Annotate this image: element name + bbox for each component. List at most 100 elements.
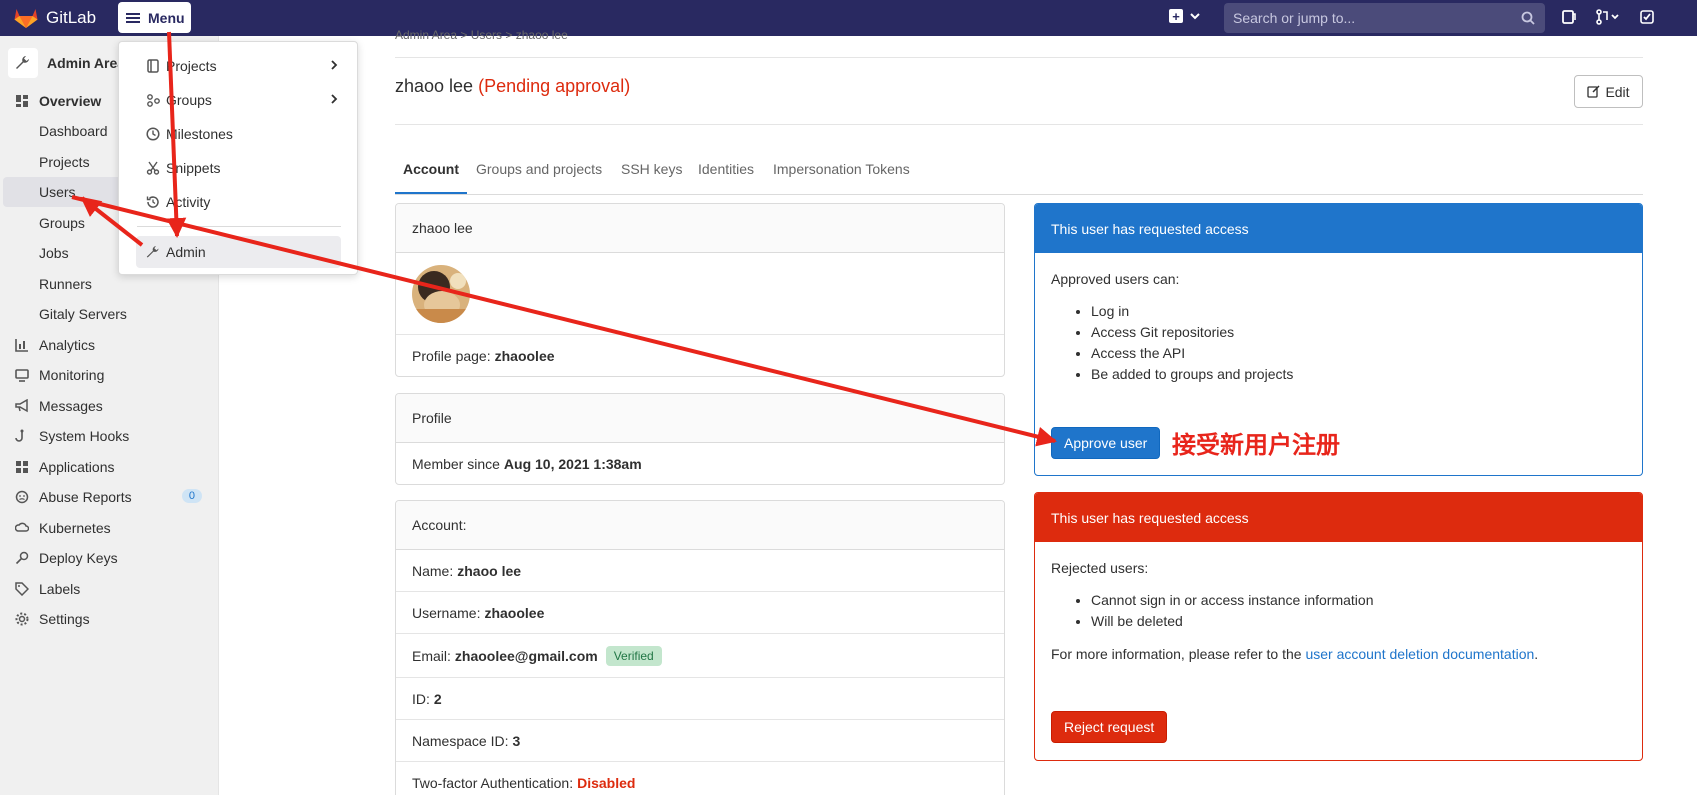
tab-ssh-keys[interactable]: SSH keys <box>613 154 690 194</box>
hook-icon <box>15 429 37 443</box>
reject-info-text: For more information, please refer to th… <box>1051 646 1302 662</box>
edit-button[interactable]: Edit <box>1574 75 1643 108</box>
sidebar-label: Overview <box>39 93 102 109</box>
menu-item-activity[interactable]: Activity <box>146 190 346 214</box>
account-card: Account: Name: zhaoo lee Username: zhaoo… <box>395 500 1005 795</box>
search-icon <box>1521 11 1535 25</box>
email-value[interactable]: zhaoolee@gmail.com <box>455 648 598 664</box>
annotation-text: 接受新用户注册 <box>1172 431 1340 459</box>
search-input[interactable]: Search or jump to... <box>1224 3 1545 33</box>
user-card: zhaoo lee Profile page: zhaoolee <box>395 203 1005 377</box>
sidebar-item-deploy-keys[interactable]: Deploy Keys <box>3 543 213 573</box>
sidebar-label: Monitoring <box>39 367 105 383</box>
chart-icon <box>15 338 37 352</box>
id-value: 2 <box>433 690 442 707</box>
sidebar-item-messages[interactable]: Messages <box>3 391 213 421</box>
sidebar-label: Deploy Keys <box>39 550 118 566</box>
chevron-right-icon <box>331 60 338 70</box>
menu-item-label: Activity <box>166 194 211 210</box>
namespace-label: Namespace ID: <box>412 732 509 749</box>
twofa-value: Disabled <box>577 775 636 791</box>
menu-item-snippets[interactable]: Snippets <box>146 156 346 180</box>
scissors-icon <box>146 161 166 175</box>
tab-groups-and-projects[interactable]: Groups and projects <box>468 154 610 194</box>
tab-impersonation-tokens[interactable]: Impersonation Tokens <box>765 154 918 194</box>
abuse-count-badge: 0 <box>181 489 202 503</box>
sidebar-item-applications[interactable]: Applications <box>3 452 213 482</box>
menu-item-label: Projects <box>166 58 217 74</box>
settings-icon <box>15 612 37 626</box>
menu-item-groups[interactable]: Groups <box>146 88 346 112</box>
approve-panel-header: This user has requested access <box>1035 204 1642 253</box>
member-since-label: Member since <box>412 456 500 472</box>
menu-item-label: Groups <box>166 92 212 108</box>
brand-name: GitLab <box>46 8 97 27</box>
approve-list: Log in Access Git repositories Access th… <box>1091 303 1626 383</box>
reject-info-end: . <box>1534 646 1539 662</box>
kubernetes-icon <box>15 521 37 535</box>
breadcrumb[interactable]: Admin Area > Users > zhaoo lee <box>395 28 568 40</box>
reject-info: For more information, please refer to th… <box>1051 646 1626 662</box>
tab-identities[interactable]: Identities <box>690 154 762 194</box>
sidebar-label: Settings <box>39 611 90 627</box>
megaphone-icon <box>15 399 37 413</box>
clock-icon <box>146 127 166 141</box>
page-title: zhaoo lee (Pending approval) <box>395 76 630 97</box>
top-navbar: GitLab Menu + Search or jump to... <box>0 0 1697 36</box>
sidebar-label: System Hooks <box>39 428 130 444</box>
tanuki-icon <box>14 9 38 28</box>
sidebar-label: Labels <box>39 581 81 597</box>
menu-item-milestones[interactable]: Milestones <box>146 122 346 146</box>
group-icon <box>146 93 166 107</box>
menu-item-projects[interactable]: Projects <box>146 54 346 78</box>
monitor-icon <box>15 368 37 382</box>
sidebar-item-kubernetes[interactable]: Kubernetes <box>3 513 213 543</box>
sidebar-item-analytics[interactable]: Analytics <box>3 330 213 360</box>
gitlab-logo[interactable]: GitLab <box>14 7 96 29</box>
reject-list: Cannot sign in or access instance inform… <box>1091 592 1626 630</box>
chevron-down-icon <box>1190 13 1200 20</box>
todo-icon[interactable] <box>1638 8 1656 26</box>
sidebar-item-monitoring[interactable]: Monitoring <box>3 360 213 390</box>
sidebar-item-settings[interactable]: Settings <box>3 604 213 634</box>
approve-user-button[interactable]: Approve user <box>1051 427 1161 459</box>
sidebar-label: Applications <box>39 459 115 475</box>
nav-actions <box>1560 8 1656 26</box>
list-item: Cannot sign in or access instance inform… <box>1091 592 1626 609</box>
profile-card: Profile Member since Aug 10, 2021 1:38am <box>395 393 1005 485</box>
search-placeholder: Search or jump to... <box>1233 10 1356 26</box>
verified-badge: Verified <box>605 645 662 666</box>
list-item: Access the API <box>1091 345 1626 362</box>
avatar-row <box>396 253 1004 335</box>
avatar[interactable] <box>412 264 470 323</box>
sidebar-label: Dashboard <box>39 123 108 139</box>
sidebar-item-abuse-reports[interactable]: Abuse Reports 0 <box>3 482 213 512</box>
merge-request-icon[interactable] <box>1594 8 1622 26</box>
tab-account[interactable]: Account <box>395 154 467 194</box>
sidebar-item-gitaly-servers[interactable]: Gitaly Servers <box>3 299 213 329</box>
list-item: Be added to groups and projects <box>1091 366 1626 383</box>
user-tabs: Account Groups and projects SSH keys Ide… <box>395 154 1643 195</box>
profile-page-value[interactable]: zhaoolee <box>495 348 555 364</box>
sidebar-item-labels[interactable]: Labels <box>3 574 213 604</box>
apps-icon <box>15 460 37 474</box>
deletion-docs-link[interactable]: user account deletion documentation <box>1305 646 1534 662</box>
sidebar-item-system-hooks[interactable]: System Hooks <box>3 421 213 451</box>
member-since-value: Aug 10, 2021 1:38am <box>503 456 642 472</box>
new-dropdown[interactable]: + <box>1169 9 1201 23</box>
history-icon <box>146 195 166 209</box>
sidebar-header[interactable]: Admin Area <box>8 48 125 78</box>
project-icon <box>146 59 166 73</box>
divider <box>395 57 1643 58</box>
twofa-label: Two-factor Authentication: <box>412 775 574 791</box>
reject-request-button[interactable]: Reject request <box>1051 711 1168 743</box>
chevron-right-icon <box>331 94 338 104</box>
edit-icon <box>1587 85 1600 98</box>
issues-icon[interactable] <box>1560 8 1578 26</box>
menu-item-admin[interactable]: Admin <box>146 240 346 264</box>
menu-button[interactable]: Menu <box>118 2 191 33</box>
pending-status: (Pending approval) <box>478 76 631 96</box>
menu-label: Menu <box>148 9 185 26</box>
user-name-title: zhaoo lee <box>395 76 474 96</box>
menu-item-label: Milestones <box>166 126 233 142</box>
